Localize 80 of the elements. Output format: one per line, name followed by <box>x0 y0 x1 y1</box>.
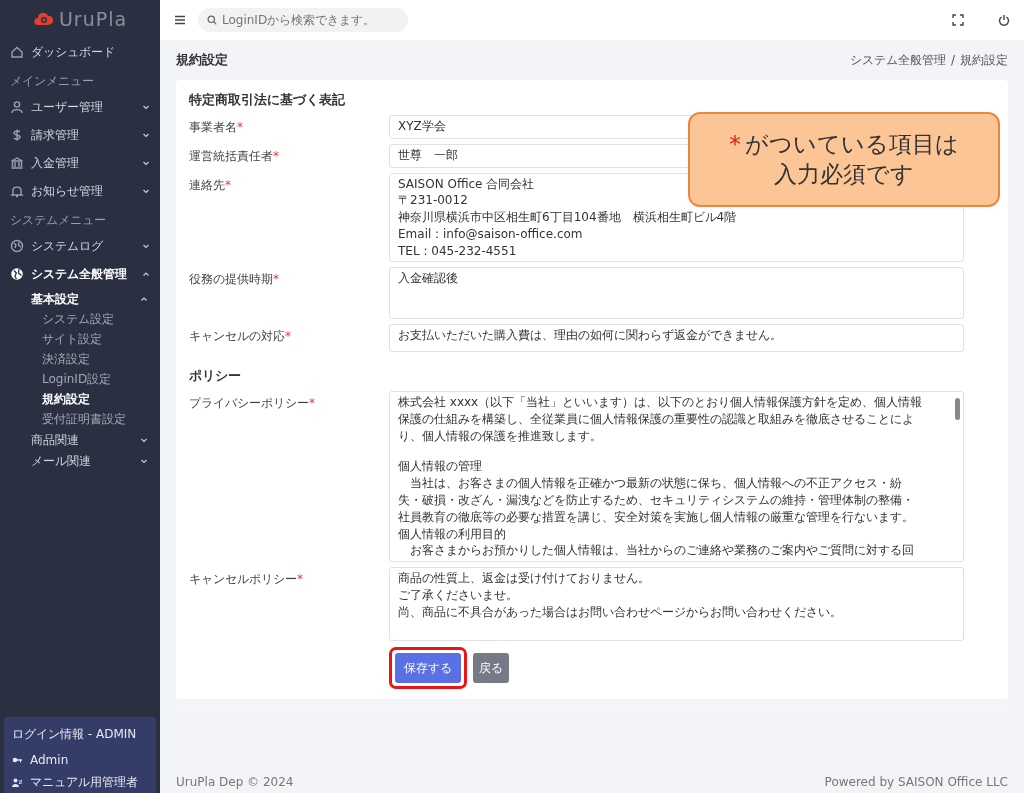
key-icon <box>12 756 22 764</box>
sidebar-item[interactable]: ダッシュボード <box>0 38 160 66</box>
text-line: 保護の仕組みを構築し、全従業員に個人情報保護の重要性の認識と取組みを徹底させることによ <box>398 410 914 428</box>
text-line: 世尊 一郎 <box>398 146 458 164</box>
sidebar-subitem[interactable]: サイト設定 <box>0 329 160 349</box>
text-area[interactable]: 入金確認後 <box>389 267 964 320</box>
back-button[interactable]: 戻る <box>473 653 509 684</box>
footer-copyright: UruPla Dep © 2024 <box>176 774 294 791</box>
sidebar-item[interactable]: システム全般管理 <box>0 260 160 288</box>
sidebar-subitem[interactable]: 受付証明書設定 <box>0 409 160 429</box>
save-button[interactable]: 保存する <box>395 653 461 684</box>
bell-icon <box>10 184 24 198</box>
sidebar-subitem[interactable]: LoginID設定 <box>0 369 160 389</box>
search-icon <box>207 15 217 25</box>
section-title: ポリシー <box>189 367 242 386</box>
text-line: XYZ学会 <box>398 117 446 135</box>
login-info-title: ログイン情報 - ADMIN <box>12 726 138 743</box>
text-line: 株式会社 xxxx（以下「当社」といいます）は、以下のとおり個人情報保護方針を定め、個人情報 <box>398 394 923 411</box>
search-field[interactable]: LoginIDから検索できます。 <box>198 8 408 32</box>
sidebar-item[interactable]: システムログ <box>0 232 160 260</box>
menu-icon <box>174 15 186 25</box>
text-line: 当社は、お客さまの個人情報を正確かつ最新の状態に保ち、個人情報への不正アクセス・紛 <box>409 475 902 492</box>
sidebar-item[interactable]: 入金管理 <box>0 149 160 177</box>
text-line: 尚、商品に不具合があった場合はお問い合わせページからお問い合わせください。 <box>398 603 842 621</box>
sidebar-item[interactable]: お知らせ管理 <box>0 177 160 205</box>
breadcrumb-separator: / <box>950 52 955 69</box>
text-area[interactable] <box>389 391 964 563</box>
field-label: キャンセルの対応* <box>189 328 292 346</box>
user-name: Admin <box>30 752 69 769</box>
breadcrumb-item[interactable]: システム全般管理 <box>849 51 946 69</box>
brand-name: UruPla <box>58 6 128 32</box>
cloud-logo-icon <box>32 10 55 28</box>
text-line: 神奈川県横浜市中区相生町6丁目104番地 横浜相生町ビル4階 <box>398 209 737 226</box>
globe-icon <box>10 267 24 281</box>
field-label: キャンセルポリシー* <box>189 571 304 589</box>
sidebar-heading: システムメニュー <box>9 212 107 229</box>
sidebar-subitem[interactable]: メール関連 <box>0 450 160 471</box>
users-icon <box>12 777 22 787</box>
power-icon[interactable] <box>998 14 1010 26</box>
page-title: 規約設定 <box>176 52 228 68</box>
user-icon <box>10 100 24 114</box>
text-line: 商品の性質上、返金は受け付けておりません。 <box>398 570 650 587</box>
user-role: マニュアル用管理者 <box>30 774 138 791</box>
text-area[interactable]: お支払いただいた購入費は、理由の如何に関わらず返金ができません。 <box>389 324 964 353</box>
text-line: Email : info@saison-office.com <box>398 225 583 243</box>
home-icon <box>10 45 24 59</box>
text-line: お客さまからお預かりした個人情報は、当社からのご連絡や業務のご案内やご質問に対する回 <box>409 542 914 560</box>
fullscreen-icon <box>952 14 964 26</box>
field-label: 事業者名* <box>189 118 244 136</box>
bank-icon <box>10 156 24 170</box>
text-line: 社員教育の徹底等の必要な措置を講じ、安全対策を実施し個人情報の厳重な管理を行ないます。 <box>398 508 914 526</box>
section-title: 特定商取引法に基づく表記 <box>189 91 346 109</box>
breadcrumb-item: 規約設定 <box>960 52 1008 69</box>
text-line: TEL : 045-232-4551 <box>398 242 517 260</box>
dollar-icon <box>10 128 24 142</box>
text-line: ご了承くださいませ。 <box>398 586 518 604</box>
text-line: り、個人情報の保護を推進致します。 <box>398 427 602 445</box>
field-label: プライバシーポリシー* <box>189 395 316 412</box>
text-line: 個人情報の管理 <box>398 458 482 476</box>
sidebar-subitem[interactable]: 基本設定 <box>0 288 160 309</box>
globe-icon <box>10 239 24 253</box>
text-line: 〒231-0012 <box>398 192 468 210</box>
field-label: 連絡先* <box>189 176 232 194</box>
sidebar-subitem[interactable]: 規約設定 <box>0 389 160 409</box>
text-line: 失・破損・改ざん・漏洩などを防止するため、セキュリティシステムの維持・管理体制の整備・ <box>398 491 914 509</box>
sidebar-item[interactable]: ユーザー管理 <box>0 93 160 121</box>
text-area[interactable]: 商品の性質上、返金は受け付けておりません。 ご了承くださいませ。 尚、商品に不具合があった場合はお問い合わせページからお問い合わせください。 <box>389 567 964 642</box>
field-label: 運営統括責任者* <box>189 147 280 165</box>
sidebar-subitem[interactable]: 商品関連 <box>0 429 160 450</box>
text-line: SAISON Office 合同会社 <box>398 175 535 193</box>
text-line: お支払いただいた購入費は、理由の如何に関わらず返金ができません。 <box>398 327 782 345</box>
sidebar-subitem[interactable]: システム設定 <box>0 309 160 329</box>
sidebar-item[interactable]: 請求管理 <box>0 121 160 149</box>
sidebar-subitem[interactable]: 決済設定 <box>0 349 160 369</box>
annotation-tooltip: * がついている項目は 入力必須です <box>688 112 1000 207</box>
text-line: 入金確認後 <box>398 270 458 288</box>
field-label: 役務の提供時期* <box>189 271 280 289</box>
sidebar-heading: メインメニュー <box>9 73 95 90</box>
footer-credit: Powered by SAISON Office LLC <box>824 774 1008 791</box>
text-line: 個人情報の利用目的 <box>398 525 506 543</box>
